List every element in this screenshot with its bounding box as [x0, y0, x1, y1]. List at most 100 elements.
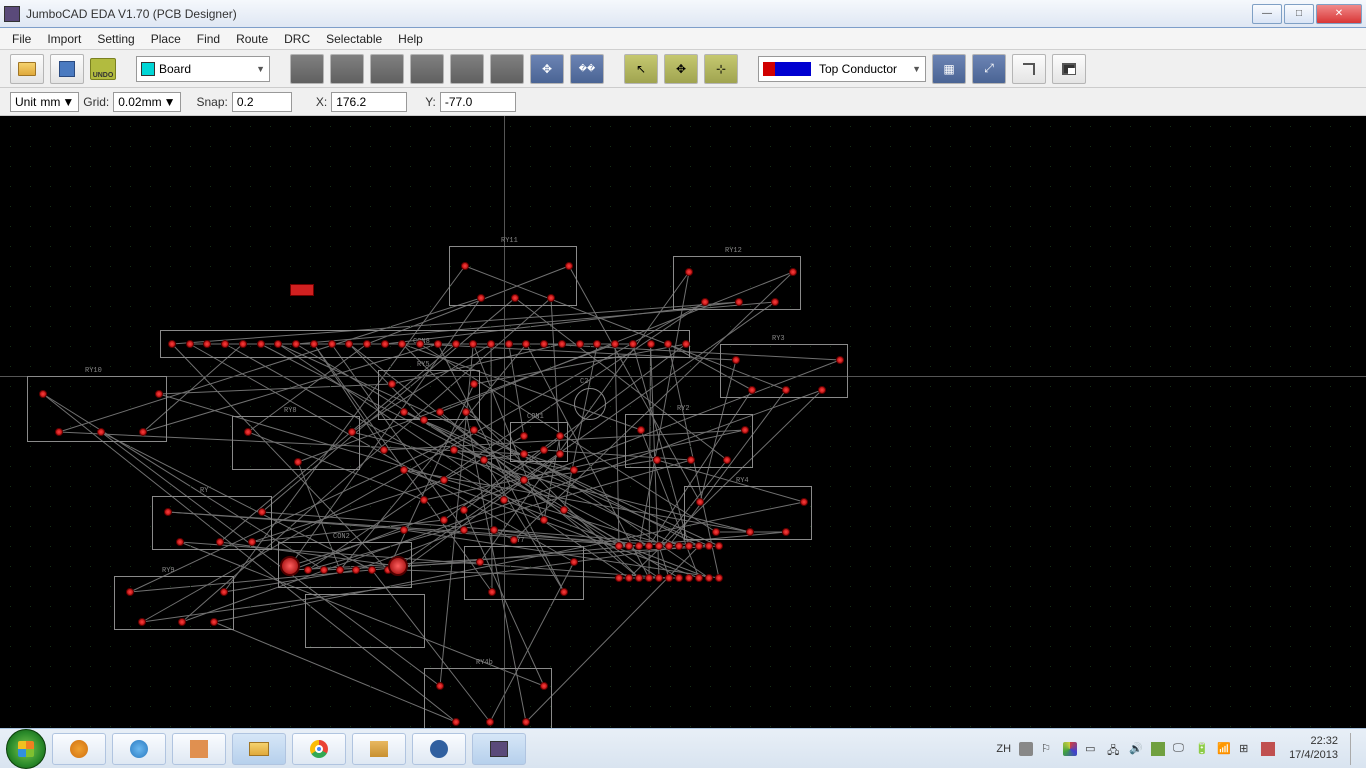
menu-selectable[interactable]: Selectable — [318, 28, 390, 49]
pad — [164, 508, 172, 516]
pad — [452, 718, 460, 726]
menu-file[interactable]: File — [4, 28, 39, 49]
pad — [625, 542, 633, 550]
network-icon[interactable]: 🖧 — [1107, 742, 1121, 756]
bridge-icon: �� — [579, 64, 595, 73]
board-combo[interactable]: Board ▼ — [136, 56, 270, 82]
tray-icon[interactable]: ▭ — [1085, 742, 1099, 756]
pad — [488, 588, 496, 596]
minimize-button[interactable]: — — [1252, 4, 1282, 24]
tool-button-5[interactable] — [450, 54, 484, 84]
pad — [210, 618, 218, 626]
refdes-label: CON1 — [527, 413, 544, 421]
menu-route[interactable]: Route — [228, 28, 276, 49]
taskbar-app-chrome[interactable] — [292, 733, 346, 765]
refdes-label: RY4b — [476, 659, 493, 667]
tray-icon[interactable] — [1151, 742, 1165, 756]
refdes-label: RY8 — [284, 407, 297, 415]
battery-icon[interactable]: 🔋 — [1195, 742, 1209, 756]
tray-icon[interactable] — [1019, 742, 1033, 756]
tool-button-1[interactable] — [290, 54, 324, 84]
pad-large — [280, 556, 300, 576]
pad — [420, 416, 428, 424]
volume-icon[interactable]: 🔊 — [1129, 742, 1143, 756]
crosshair-horizontal — [0, 376, 1366, 377]
tray-icon[interactable]: ⚐ — [1041, 742, 1055, 756]
pan-tool-button[interactable]: ✥ — [664, 54, 698, 84]
tray-icon[interactable]: 🖵 — [1173, 742, 1187, 756]
taskbar-app-ie[interactable] — [112, 733, 166, 765]
grid-button[interactable]: ▦ — [932, 54, 966, 84]
pad — [380, 446, 388, 454]
layer-combo-label: Top Conductor — [819, 62, 897, 76]
pad — [675, 574, 683, 582]
layer-combo[interactable]: Top Conductor ▼ — [758, 56, 926, 82]
pad — [461, 262, 469, 270]
taskbar-app-3[interactable] — [412, 733, 466, 765]
pad — [510, 536, 518, 544]
menu-import[interactable]: Import — [39, 28, 89, 49]
pad — [304, 566, 312, 574]
menu-find[interactable]: Find — [189, 28, 228, 49]
taskbar-app-2[interactable] — [352, 733, 406, 765]
pad — [647, 340, 655, 348]
close-button[interactable]: ✕ — [1316, 4, 1362, 24]
shape-button-2[interactable] — [1052, 54, 1086, 84]
tool-button-4[interactable] — [410, 54, 444, 84]
menu-setting[interactable]: Setting — [89, 28, 142, 49]
pad — [328, 340, 336, 348]
snap-input[interactable] — [232, 92, 292, 112]
maximize-button[interactable]: □ — [1284, 4, 1314, 24]
diag-icon: ⤢ — [984, 61, 994, 76]
taskbar-app-mediaplayer[interactable] — [52, 733, 106, 765]
diag-button[interactable]: ⤢ — [972, 54, 1006, 84]
bridge-tool-button[interactable]: �� — [570, 54, 604, 84]
taskbar-app-1[interactable] — [172, 733, 226, 765]
cursor-tool-button[interactable]: ↖ — [624, 54, 658, 84]
pad — [477, 294, 485, 302]
refdes-label: RY4 — [736, 477, 749, 485]
measure-tool-button[interactable]: ⊹ — [704, 54, 738, 84]
tray-icon[interactable] — [1261, 742, 1275, 756]
tool-button-2[interactable] — [330, 54, 364, 84]
chevron-down-icon: ▼ — [164, 95, 176, 109]
app-icon — [190, 740, 208, 758]
move-tool-button[interactable]: ✥ — [530, 54, 564, 84]
undo-button[interactable]: UNDO — [90, 58, 116, 80]
menu-place[interactable]: Place — [143, 28, 189, 49]
refdes-label: RY5 — [417, 361, 430, 369]
pad — [220, 588, 228, 596]
start-button[interactable] — [6, 729, 46, 769]
pad — [715, 542, 723, 550]
unit-dropdown[interactable]: Unit mm ▼ — [10, 92, 79, 112]
show-desktop-button[interactable] — [1350, 733, 1360, 765]
pad — [685, 542, 693, 550]
component-block — [290, 284, 314, 296]
pcb-canvas[interactable]: C2RY11RY12RY3RY2RY4RY10RY8RYRY9RY4bRY7RY… — [0, 116, 1366, 728]
menu-drc[interactable]: DRC — [276, 28, 318, 49]
tool-button-6[interactable] — [490, 54, 524, 84]
pad — [476, 558, 484, 566]
pad — [168, 340, 176, 348]
grid-dropdown[interactable]: 0.02mm ▼ — [113, 92, 180, 112]
y-input[interactable] — [440, 92, 516, 112]
menu-help[interactable]: Help — [390, 28, 431, 49]
pad — [97, 428, 105, 436]
tool-button-3[interactable] — [370, 54, 404, 84]
save-button[interactable] — [50, 54, 84, 84]
wifi-icon[interactable]: 📶 — [1217, 742, 1231, 756]
toolbar-row-2: Unit mm ▼ Grid: 0.02mm ▼ Snap: X: Y: — [0, 88, 1366, 116]
open-button[interactable] — [10, 54, 44, 84]
pad — [440, 516, 448, 524]
shape-button-1[interactable] — [1012, 54, 1046, 84]
x-input[interactable] — [331, 92, 407, 112]
clock[interactable]: 22:32 17/4/2013 — [1289, 735, 1338, 761]
tray-icon[interactable]: ⊞ — [1239, 742, 1253, 756]
lang-indicator[interactable]: ZH — [996, 743, 1011, 755]
taskbar-app-jumbocad[interactable] — [472, 733, 526, 765]
pad — [696, 498, 704, 506]
taskbar-app-explorer[interactable] — [232, 733, 286, 765]
tray-icon[interactable] — [1063, 742, 1077, 756]
unit-label: Unit — [15, 95, 36, 109]
pad — [637, 426, 645, 434]
